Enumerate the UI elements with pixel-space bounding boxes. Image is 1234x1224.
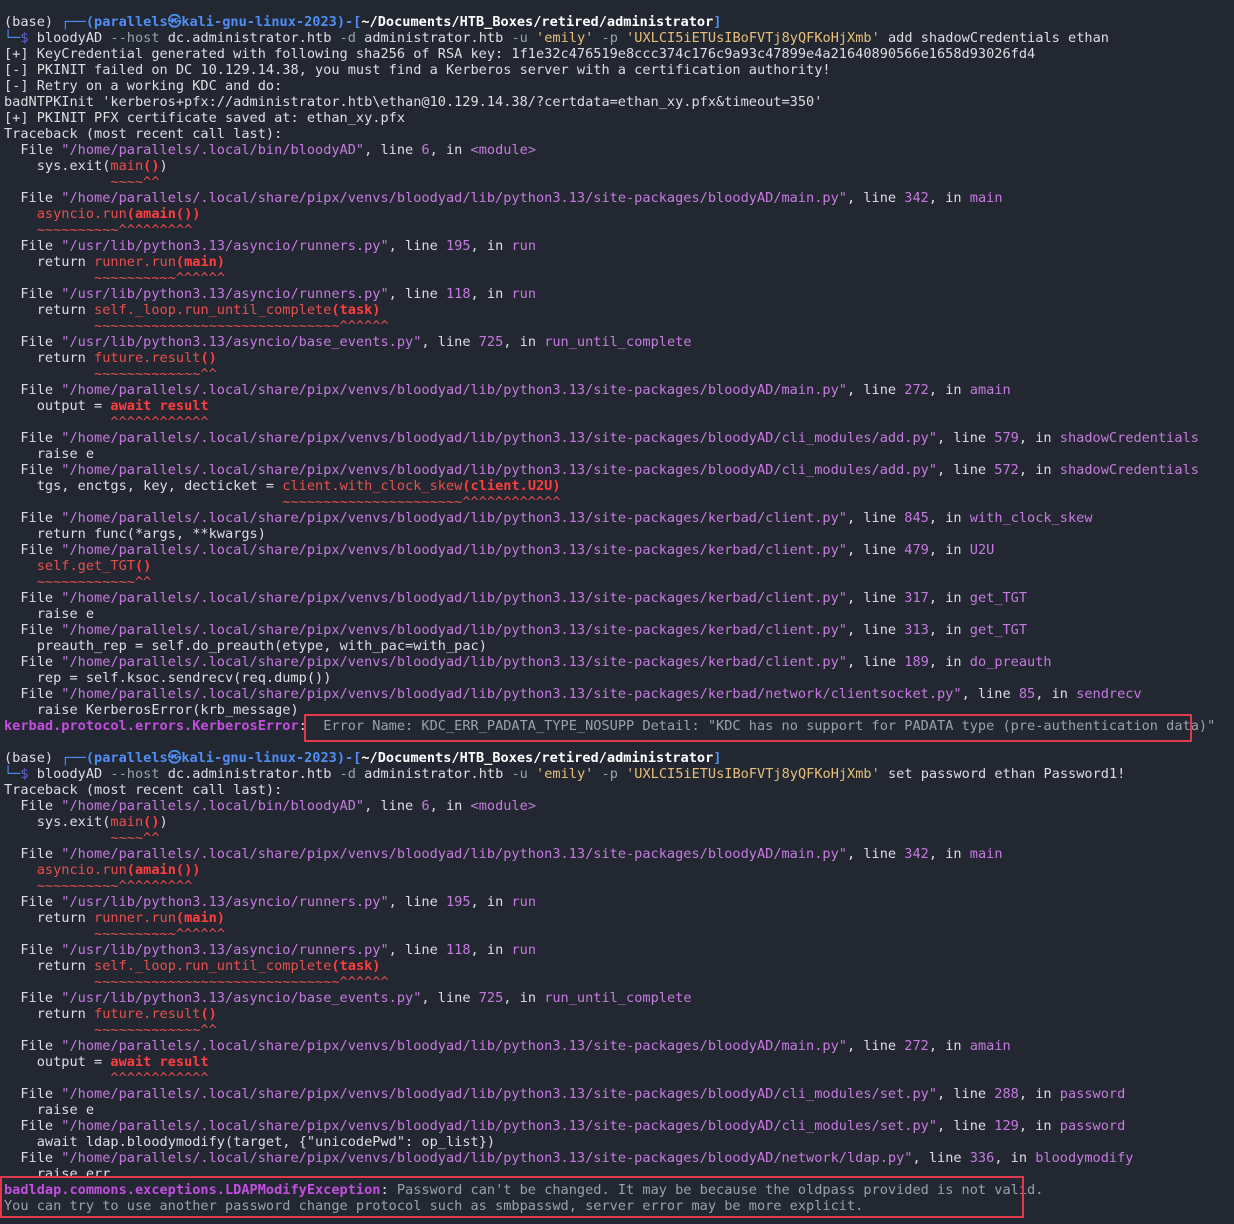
- traceback-code: asyncio.run(amain()): [36, 862, 201, 878]
- error-marker: ~~~~~~~~~~~~~^^: [94, 1022, 217, 1038]
- traceback-frame: File "/usr/lib/python3.13/asyncio/runner…: [20, 942, 537, 958]
- exception-detail: You can try to use another password chan…: [4, 1198, 864, 1214]
- output-line: [-] PKINIT failed on DC 10.129.14.38, yo…: [4, 62, 831, 78]
- traceback-frame: File "/home/parallels/.local/share/pipx/…: [20, 430, 1199, 446]
- traceback-code: tgs, enctgs, key, decticket = client.wit…: [36, 478, 561, 494]
- traceback-code: raise e: [36, 606, 95, 622]
- error-marker: ~~~~~~~~~~~~~^^: [94, 366, 217, 382]
- traceback-frame: File "/usr/lib/python3.13/asyncio/base_e…: [20, 990, 692, 1006]
- traceback-frame: File "/home/parallels/.local/share/pipx/…: [20, 1118, 1126, 1134]
- prompt-line-1: (base) ┌──(parallels㉿kali-gnu-linux-2023…: [4, 14, 722, 30]
- error-marker: ~~~~~~~~~~~~~~~~~~~~~~~~~~~~~~^^^^^^: [94, 318, 389, 334]
- traceback-frame: File "/home/parallels/.local/share/pipx/…: [20, 654, 1052, 670]
- traceback-frame: File "/usr/lib/python3.13/asyncio/base_e…: [20, 334, 692, 350]
- traceback-code: rep = self.ksoc.sendrecv(req.dump()): [36, 670, 332, 686]
- traceback-code: raise err: [36, 1166, 111, 1182]
- error-marker: ~~~~~~~~~~^^^^^^: [94, 926, 225, 942]
- traceback-frame: File "/usr/lib/python3.13/asyncio/runner…: [20, 894, 537, 910]
- error-marker: ~~~~^^: [110, 830, 160, 846]
- traceback-frame: File "/home/parallels/.local/share/pipx/…: [20, 846, 1003, 862]
- error-marker: ~~~~~~~~~~~~~~~~~~~~~~~~~~~~~~^^^^^^: [94, 974, 389, 990]
- command-line-1: └─$ bloodyAD --host dc.administrator.htb…: [4, 30, 1109, 46]
- traceback-frame: File "/home/parallels/.local/share/pipx/…: [20, 382, 1011, 398]
- error-marker: ~~~~~~~~~~~~~~~~~~~~~~^^^^^^^^^^^^: [282, 494, 561, 510]
- traceback-header: Traceback (most recent call last):: [4, 126, 283, 142]
- output-line: [+] KeyCredential generated with followi…: [4, 46, 1036, 62]
- traceback-frame: File "/home/parallels/.local/bin/bloodyA…: [20, 798, 537, 814]
- traceback-code: raise e: [36, 1102, 95, 1118]
- traceback-code: sys.exit(main()): [36, 814, 168, 830]
- traceback-frame: File "/home/parallels/.local/share/pipx/…: [20, 462, 1199, 478]
- traceback-frame: File "/home/parallels/.local/share/pipx/…: [20, 590, 1028, 606]
- command-line-2: └─$ bloodyAD --host dc.administrator.htb…: [4, 766, 1126, 782]
- exception-line: badldap.commons.exceptions.LDAPModifyExc…: [4, 1182, 1044, 1198]
- traceback-frame: File "/home/parallels/.local/share/pipx/…: [20, 622, 1028, 638]
- terminal-window[interactable]: (base) ┌──(parallels㉿kali-gnu-linux-2023…: [0, 0, 1234, 1224]
- traceback-code: return future.result(): [36, 1006, 217, 1022]
- traceback-frame: File "/home/parallels/.local/bin/bloodyA…: [20, 142, 537, 158]
- exception-line: kerbad.protocol.errors.KerberosError: Er…: [4, 718, 1216, 734]
- error-marker: ~~~~~~~~~~~~^^: [36, 574, 152, 590]
- traceback-code: return self._loop.run_until_complete(tas…: [36, 302, 381, 318]
- traceback-frame: File "/home/parallels/.local/share/pipx/…: [20, 1086, 1126, 1102]
- traceback-code: return future.result(): [36, 350, 217, 366]
- traceback-code: self.get_TGT(): [36, 558, 152, 574]
- traceback-code: return runner.run(main): [36, 254, 225, 270]
- prompt-line-2: (base) ┌──(parallels㉿kali-gnu-linux-2023…: [4, 750, 722, 766]
- traceback-frame: File "/usr/lib/python3.13/asyncio/runner…: [20, 238, 537, 254]
- error-marker: ~~~~^^: [110, 174, 160, 190]
- error-marker: ^^^^^^^^^^^^: [110, 1070, 209, 1086]
- traceback-code: return self._loop.run_until_complete(tas…: [36, 958, 381, 974]
- traceback-frame: File "/home/parallels/.local/share/pipx/…: [20, 686, 1142, 702]
- error-marker: ~~~~~~~~~~^^^^^^^^^: [36, 878, 193, 894]
- traceback-frame: File "/home/parallels/.local/share/pipx/…: [20, 1150, 1134, 1166]
- traceback-code: return func(*args, **kwargs): [36, 526, 266, 542]
- error-marker: ^^^^^^^^^^^^: [110, 414, 209, 430]
- traceback-code: preauth_rep = self.do_preauth(etype, wit…: [36, 638, 487, 654]
- error-marker: ~~~~~~~~~~^^^^^^: [94, 270, 225, 286]
- traceback-code: asyncio.run(amain()): [36, 206, 201, 222]
- traceback-code: return runner.run(main): [36, 910, 225, 926]
- traceback-code: await ldap.bloodymodify(target, {"unicod…: [36, 1134, 496, 1150]
- output-line: [-] Retry on a working KDC and do:: [4, 78, 283, 94]
- traceback-code: sys.exit(main()): [36, 158, 168, 174]
- traceback-code: output = await result: [36, 1054, 209, 1070]
- traceback-frame: File "/usr/lib/python3.13/asyncio/runner…: [20, 286, 537, 302]
- traceback-frame: File "/home/parallels/.local/share/pipx/…: [20, 190, 1003, 206]
- output-line: badNTPKInit 'kerberos+pfx://administrato…: [4, 94, 823, 110]
- traceback-frame: File "/home/parallels/.local/share/pipx/…: [20, 542, 995, 558]
- traceback-code: output = await result: [36, 398, 209, 414]
- traceback-frame: File "/home/parallels/.local/share/pipx/…: [20, 510, 1093, 526]
- error-marker: ~~~~~~~~~~^^^^^^^^^: [36, 222, 193, 238]
- output-line: [+] PKINIT PFX certificate saved at: eth…: [4, 110, 406, 126]
- traceback-code: raise KerberosError(krb_message): [36, 702, 299, 718]
- traceback-code: raise e: [36, 446, 95, 462]
- traceback-header: Traceback (most recent call last):: [4, 782, 283, 798]
- traceback-frame: File "/home/parallels/.local/share/pipx/…: [20, 1038, 1011, 1054]
